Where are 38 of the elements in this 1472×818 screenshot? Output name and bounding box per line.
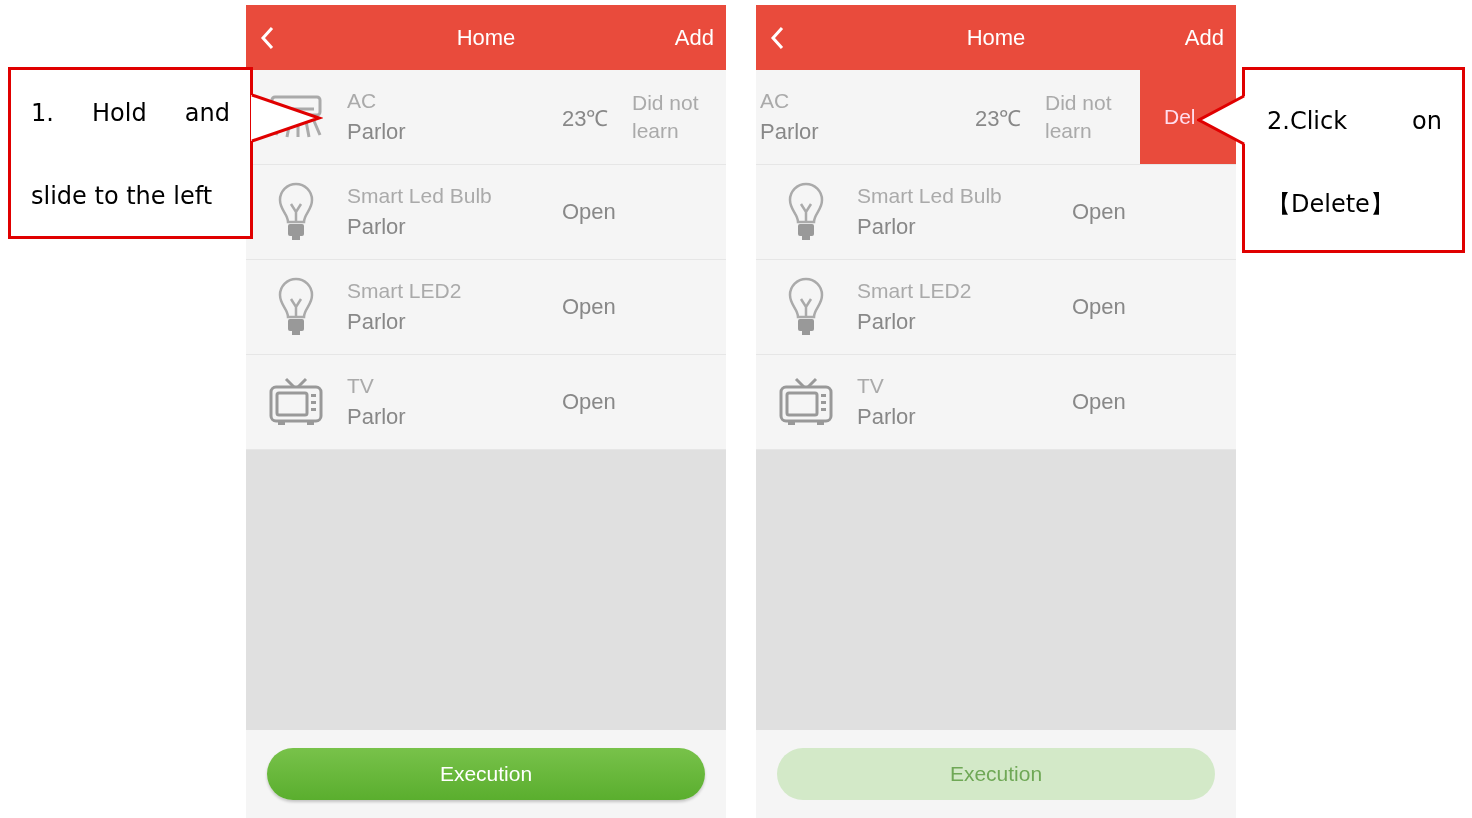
device-status: 23℃ [975,105,1023,132]
callout-text: 2.Click on 【Delete】 [1267,106,1442,220]
back-icon[interactable] [770,25,784,50]
callout-text: 1. Hold and slide to the left [31,98,230,212]
device-name: AC [347,89,377,113]
device-name: TV [347,374,374,398]
device-status: Open [1072,389,1127,415]
room-label: Parlor [857,404,916,430]
device-status: Open [1072,294,1127,320]
tv-icon [777,376,834,428]
device-status: 23℃ [562,105,610,132]
room-label: Parlor [347,309,406,335]
device-name: AC [760,89,790,113]
device-status: Open [1072,199,1127,225]
device-name: TV [857,374,884,398]
delete-button[interactable]: Del [1140,70,1236,164]
room-label: Parlor [857,309,916,335]
tv-icon [267,376,324,428]
add-button[interactable]: Add [674,24,714,51]
room-label: Parlor [857,214,916,240]
room-label: Parlor [347,404,406,430]
device-name: Smart Led Bulb [347,184,492,208]
device-name: Smart LED2 [857,279,972,303]
device-status: Open [562,199,617,225]
room-label: Parlor [760,119,819,145]
execution-button[interactable]: Execution [267,748,705,800]
back-icon[interactable] [260,25,274,50]
device-name: Smart Led Bulb [857,184,1002,208]
header-title: Home [965,24,1027,51]
device-status: Open [562,294,617,320]
device-name: Smart LED2 [347,279,462,303]
device-status: Open [562,389,617,415]
add-button[interactable]: Add [1184,24,1224,51]
room-label: Parlor [347,214,406,240]
room-label: Parlor [347,119,406,145]
status-note: Did not learn [1045,90,1113,144]
status-note: Did not learn [632,90,700,144]
header-title: Home [455,24,517,51]
